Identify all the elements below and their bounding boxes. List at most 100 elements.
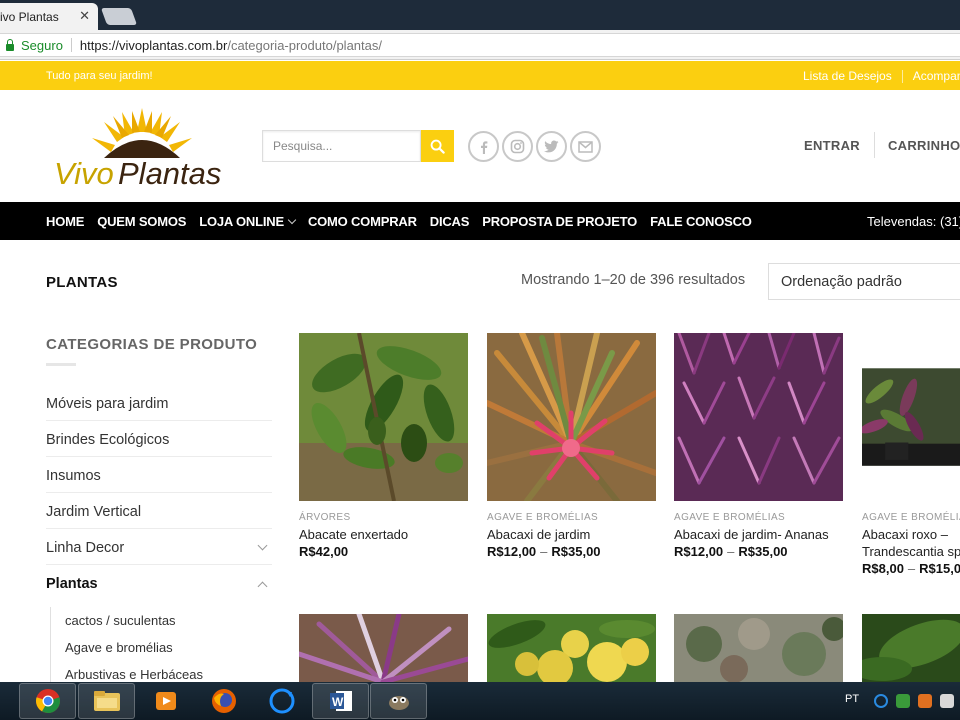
browser-tab[interactable]: ivo Plantas ✕ bbox=[0, 3, 98, 30]
search-icon bbox=[430, 139, 445, 154]
category-vertical-garden[interactable]: Jardim Vertical bbox=[46, 493, 272, 529]
subcategory-list: cactos / suculentas Agave e bromélias Ar… bbox=[50, 607, 272, 688]
firefox-icon bbox=[211, 689, 236, 713]
cart-link[interactable]: CARRINHO / R bbox=[888, 138, 960, 158]
product-image[interactable] bbox=[674, 333, 843, 501]
instagram-icon[interactable] bbox=[502, 131, 533, 162]
product-card[interactable]: AGAVE E BROMÉLIAS Abacaxi de jardim- Ana… bbox=[674, 333, 844, 559]
product-image[interactable] bbox=[674, 614, 843, 682]
product-name[interactable]: Abacaxi roxo – Trandescantia sp bbox=[862, 526, 960, 560]
product-price: R$12,00– R$35,00 bbox=[487, 544, 657, 559]
product-image[interactable] bbox=[299, 614, 468, 682]
price-amount: R$42,00 bbox=[299, 544, 349, 559]
email-icon[interactable] bbox=[570, 131, 601, 162]
lock-icon bbox=[6, 38, 14, 51]
media-player-taskbar-button[interactable] bbox=[137, 683, 194, 719]
skype-taskbar-button[interactable] bbox=[253, 683, 310, 719]
search-button[interactable] bbox=[421, 130, 454, 162]
product-price: R$42,00 bbox=[299, 544, 469, 559]
product-image[interactable] bbox=[862, 333, 960, 501]
tray-update-icon[interactable] bbox=[918, 694, 932, 708]
new-tab-button[interactable] bbox=[100, 8, 138, 25]
logo-text-vivo: Vivo bbox=[54, 156, 114, 191]
browser-tab-strip: ivo Plantas ✕ bbox=[0, 0, 960, 30]
categories-title: CATEGORIAS DE PRODUTO bbox=[46, 336, 258, 353]
category-decor[interactable]: Linha Decor bbox=[46, 529, 272, 565]
tray-network-icon[interactable] bbox=[896, 694, 910, 708]
gimp-taskbar-button[interactable] bbox=[370, 683, 427, 719]
nav-how-to-buy[interactable]: COMO COMPRAR bbox=[308, 214, 417, 229]
logo-text-plantas: Plantas bbox=[118, 156, 221, 191]
url-host: https://vivoplantas.com.br bbox=[79, 37, 228, 53]
product-category[interactable]: AGAVE E BROMÉLIAS bbox=[674, 512, 844, 523]
price-max: R$35,00 bbox=[551, 544, 601, 559]
top-bar: Tudo para seu jardim! Lista de Desejos A… bbox=[0, 61, 960, 90]
language-indicator[interactable]: PT bbox=[845, 693, 859, 705]
product-card[interactable]: AGAVE E BROMÉLIAS Abacaxi de jardim R$12… bbox=[487, 333, 657, 559]
category-label: Móveis para jardim bbox=[46, 395, 169, 412]
product-price: R$8,00– R$15,0 bbox=[862, 561, 960, 576]
chevron-up-icon[interactable] bbox=[257, 581, 268, 591]
close-tab-icon[interactable]: ✕ bbox=[79, 8, 90, 24]
product-price: R$12,00– R$35,00 bbox=[674, 544, 844, 559]
category-plants[interactable]: Plantas bbox=[46, 565, 272, 601]
product-image[interactable] bbox=[862, 614, 960, 682]
category-furniture[interactable]: Móveis para jardim bbox=[46, 385, 272, 421]
product-name-line2: Trandescantia sp bbox=[862, 544, 960, 559]
category-eco-gifts[interactable]: Brindes Ecológicos bbox=[46, 421, 272, 457]
twitter-icon[interactable] bbox=[536, 131, 567, 162]
product-category[interactable]: AGAVE E BROMÉLIAS bbox=[487, 512, 657, 523]
chrome-taskbar-button[interactable] bbox=[19, 683, 76, 719]
subcategory-agave[interactable]: Agave e bromélias bbox=[65, 634, 272, 661]
facebook-icon[interactable] bbox=[468, 131, 499, 162]
product-name[interactable]: Abacaxi de jardim bbox=[487, 526, 657, 543]
televendas-phone[interactable]: Televendas: (31) bbox=[867, 214, 960, 229]
product-image[interactable] bbox=[299, 333, 468, 501]
address-bar: Seguro https://vivoplantas.com.br/catego… bbox=[0, 30, 960, 60]
product-card[interactable]: ÁRVORES Abacate enxertado R$42,00 bbox=[299, 333, 469, 559]
url-field[interactable]: Seguro https://vivoplantas.com.br/catego… bbox=[0, 33, 960, 57]
account-divider bbox=[873, 132, 875, 158]
track-order-link[interactable]: Acompan bbox=[913, 69, 960, 83]
product-category[interactable]: ÁRVORES bbox=[299, 512, 469, 523]
nav-about[interactable]: QUEM SOMOS bbox=[97, 214, 186, 229]
price-max: R$35,00 bbox=[738, 544, 788, 559]
tray-app-icon[interactable] bbox=[874, 694, 888, 708]
wishlist-link[interactable]: Lista de Desejos bbox=[803, 69, 892, 83]
result-count: Mostrando 1–20 de 396 resultados bbox=[521, 272, 746, 288]
nav-home[interactable]: HOME bbox=[46, 214, 84, 229]
chevron-down-icon[interactable] bbox=[257, 540, 268, 551]
nav-shop-label: LOJA ONLINE bbox=[199, 214, 284, 229]
login-link[interactable]: ENTRAR bbox=[804, 138, 860, 158]
start-button[interactable] bbox=[0, 683, 10, 719]
firefox-taskbar-button[interactable] bbox=[195, 683, 252, 719]
subcategory-cacti[interactable]: cactos / suculentas bbox=[65, 607, 272, 634]
product-name[interactable]: Abacaxi de jardim- Ananas bbox=[674, 526, 844, 543]
orderby-select[interactable]: Ordenação padrão bbox=[768, 263, 960, 300]
word-taskbar-button[interactable]: W bbox=[312, 683, 369, 719]
product-image[interactable] bbox=[487, 614, 656, 682]
tray-volume-icon[interactable] bbox=[940, 694, 954, 708]
product-name-line1: Abacaxi roxo – bbox=[862, 527, 948, 542]
top-link-divider bbox=[901, 70, 903, 83]
product-image[interactable] bbox=[487, 333, 656, 501]
product-card[interactable]: AGAVE E BROMÉLIA Abacaxi roxo – Trandesca… bbox=[862, 333, 960, 576]
product-name[interactable]: Abacate enxertado bbox=[299, 526, 469, 543]
category-supplies[interactable]: Insumos bbox=[46, 457, 272, 493]
nav-contact[interactable]: FALE CONOSCO bbox=[650, 214, 752, 229]
category-label: Insumos bbox=[46, 467, 101, 484]
category-label: Brindes Ecológicos bbox=[46, 431, 170, 448]
vivoplantas-logo[interactable]: Vivo Plantas bbox=[52, 102, 232, 192]
top-links: Lista de Desejos Acompan bbox=[803, 69, 960, 83]
explorer-taskbar-button[interactable] bbox=[78, 683, 135, 719]
nav-tips[interactable]: DICAS bbox=[430, 214, 470, 229]
site-header: Vivo Plantas ENTRAR CARRINHO / R bbox=[0, 90, 960, 202]
product-category[interactable]: AGAVE E BROMÉLIA bbox=[862, 512, 960, 523]
sidebar: CATEGORIAS DE PRODUTO Móveis para jardim… bbox=[46, 336, 272, 688]
refresh-app-icon bbox=[269, 688, 294, 714]
price-range-dash: – bbox=[907, 561, 916, 576]
social-links bbox=[468, 131, 601, 162]
search-input[interactable] bbox=[262, 130, 421, 162]
nav-shop[interactable]: LOJA ONLINE bbox=[199, 214, 297, 229]
nav-project-proposal[interactable]: PROPOSTA DE PROJETO bbox=[482, 214, 637, 229]
